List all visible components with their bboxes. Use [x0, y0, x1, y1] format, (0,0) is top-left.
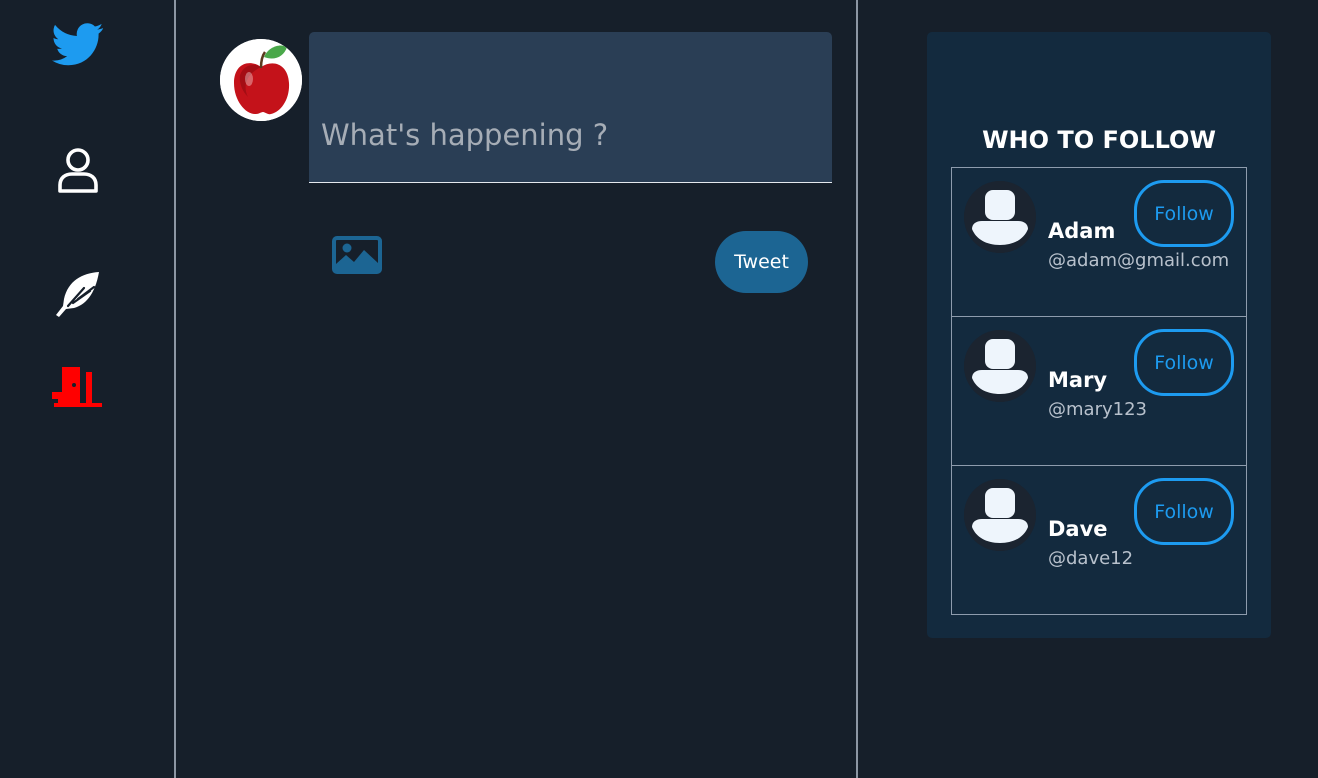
user-name: Adam — [1048, 219, 1116, 243]
default-user-icon — [964, 181, 1036, 253]
follow-button[interactable]: Follow — [1134, 478, 1234, 545]
user-avatar-apple[interactable] — [220, 39, 302, 121]
user-avatar-placeholder[interactable] — [964, 181, 1036, 253]
user-avatar-placeholder[interactable] — [964, 479, 1036, 551]
follow-button[interactable]: Follow — [1134, 180, 1234, 247]
follow-suggestion-item: Mary @mary123 Follow — [952, 317, 1246, 466]
follow-suggestion-item: Dave @dave12 Follow — [952, 466, 1246, 614]
user-avatar-placeholder[interactable] — [964, 330, 1036, 402]
user-handle: @dave12 — [1048, 548, 1134, 569]
user-name: Dave — [1048, 517, 1108, 541]
sidebar-nav — [0, 0, 176, 778]
user-name: Mary — [1048, 368, 1108, 392]
follow-suggestions-list: Adam @adam@gmail.com Follow Mary @mary12… — [951, 167, 1247, 615]
app-root: Tweet WHO TO FOLLOW Adam @adam@gmail.com… — [0, 0, 1318, 778]
follow-button[interactable]: Follow — [1134, 329, 1234, 396]
who-to-follow-panel: WHO TO FOLLOW Adam @adam@gmail.com Follo… — [927, 32, 1271, 638]
profile-icon[interactable] — [52, 144, 104, 196]
default-user-icon — [964, 479, 1036, 551]
who-to-follow-title: WHO TO FOLLOW — [982, 126, 1216, 154]
tweet-composer — [309, 32, 832, 183]
image-upload-icon[interactable] — [332, 236, 382, 274]
default-user-icon — [964, 330, 1036, 402]
follow-suggestion-item: Adam @adam@gmail.com Follow — [952, 168, 1246, 317]
tweet-input[interactable] — [309, 32, 832, 182]
twitter-bird-icon[interactable] — [52, 18, 104, 70]
apple-avatar-image — [220, 39, 302, 121]
main-feed: Tweet — [176, 0, 858, 778]
tweet-button[interactable]: Tweet — [715, 231, 808, 293]
feather-quill-icon[interactable] — [52, 269, 104, 321]
user-handle: @adam@gmail.com — [1048, 250, 1230, 271]
user-handle: @mary123 — [1048, 399, 1147, 420]
logout-door-icon[interactable] — [52, 362, 104, 414]
